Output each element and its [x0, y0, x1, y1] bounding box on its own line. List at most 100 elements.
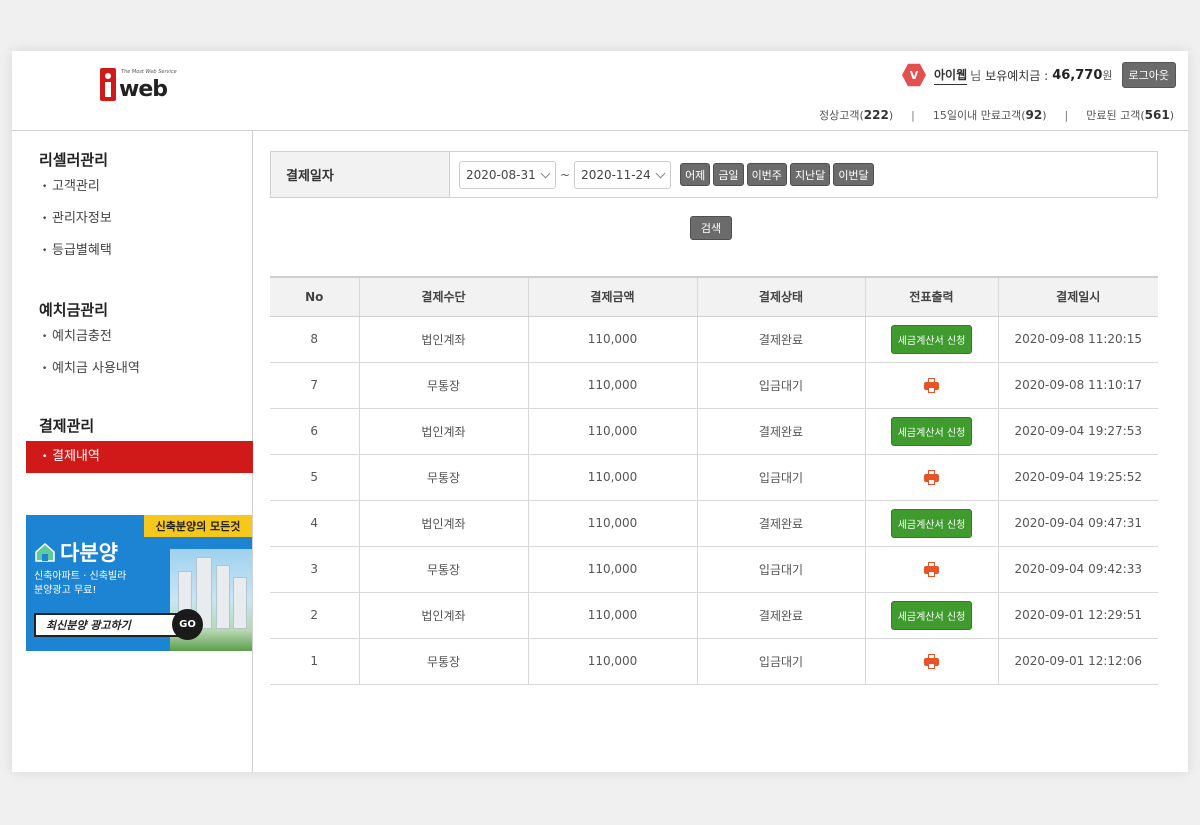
- cell-method: 법인계좌: [359, 500, 529, 547]
- sidebar-item-label: 예치금 사용내역: [52, 361, 140, 376]
- deposit-value: 46,770: [1052, 67, 1103, 83]
- vip-badge-icon: V: [901, 63, 926, 87]
- stat-expired[interactable]: 만료된 고객(561): [1086, 107, 1174, 123]
- banner-cta[interactable]: 최신분양 광고하기: [34, 613, 194, 637]
- cell-datetime: 2020-09-01 12:29:51: [998, 592, 1158, 639]
- cell-status: 입금대기: [697, 638, 866, 685]
- printer-icon[interactable]: [924, 561, 939, 577]
- cell-status: 결제완료: [697, 592, 866, 639]
- table-row: 6 법인계좌 110,000 결제완료 세금계산서 신청 2020-09-04 19:27…: [270, 408, 1158, 455]
- printer-icon[interactable]: [924, 469, 939, 485]
- search-button[interactable]: 검색: [690, 216, 732, 240]
- stat-expiring[interactable]: 15일이내 만료고객(92): [933, 107, 1047, 123]
- logo-text: web: [119, 77, 168, 102]
- chevron-down-icon: [540, 168, 551, 178]
- table-row: 7 무통장 110,000 입금대기 2020-09-08 11:10:17: [270, 362, 1158, 409]
- date-from-select[interactable]: 2020-08-31: [459, 160, 556, 189]
- banner-subtitle: 신축아파트 · 신축빌라 분양광고 무료!: [34, 570, 154, 598]
- user-suffix: 님: [970, 68, 982, 83]
- cell-no: 5: [270, 454, 360, 501]
- customer-stats: 정상고객(222) | 15일이내 만료고객(92) | 만료된 고객(561): [819, 107, 1174, 123]
- cell-status: 결제완료: [697, 500, 866, 547]
- sidebar-item-customers[interactable]: 고객관리: [12, 171, 253, 203]
- stat-expiring-label: 15일이내 만료고객: [932, 109, 1022, 122]
- deposit-unit: 원: [1102, 69, 1113, 82]
- banner-subtitle-line2: 분양광고 무료!: [34, 585, 97, 596]
- sidebar-item-label: 고객관리: [52, 179, 100, 194]
- cell-method: 무통장: [359, 638, 529, 685]
- cell-status: 입금대기: [697, 454, 866, 501]
- table-row: 3 무통장 110,000 입금대기 2020-09-04 09:42:33: [270, 546, 1158, 593]
- stats-separator: |: [1064, 108, 1069, 122]
- cell-status: 입금대기: [697, 546, 866, 593]
- cell-amount: 110,000: [528, 592, 698, 639]
- quick-date-buttons: 어제 금일 이번주 지난달 이번달: [680, 163, 877, 186]
- cell-datetime: 2020-09-08 11:10:17: [998, 362, 1158, 409]
- menu-title-payment: 결제관리: [39, 417, 95, 435]
- menu-title-reseller: 리셀러관리: [39, 151, 109, 169]
- tax-invoice-button[interactable]: 세금계산서 신청: [890, 416, 973, 446]
- printer-icon[interactable]: [924, 377, 939, 393]
- quick-today-button[interactable]: 금일: [713, 163, 744, 186]
- date-range-tilde: ~: [560, 167, 571, 182]
- cell-datetime: 2020-09-04 19:25:52: [998, 454, 1158, 501]
- app-frame: web The Most Web Service V 아이웹 님 보유예치금 :…: [12, 51, 1188, 772]
- date-to-select[interactable]: 2020-11-24: [574, 160, 672, 189]
- cell-status: 결제완료: [697, 316, 866, 363]
- cell-method: 법인계좌: [359, 408, 529, 455]
- table-row: 5 무통장 110,000 입금대기 2020-09-04 19:25:52: [270, 454, 1158, 501]
- cell-receipt: [865, 546, 999, 593]
- menu-group-reseller: 리셀러관리 고객관리 관리자정보 등급별혜택: [12, 149, 253, 267]
- stat-normal-label: 정상고객: [819, 109, 860, 122]
- tax-invoice-button[interactable]: 세금계산서 신청: [890, 324, 973, 354]
- sidebar-item-deposit-history[interactable]: 예치금 사용내역: [12, 353, 253, 385]
- printer-icon[interactable]: [924, 653, 939, 669]
- sidebar-item-label: 결제내역: [52, 449, 100, 464]
- logout-button[interactable]: 로그아웃: [1121, 62, 1176, 88]
- column-header-amount: 결제금액: [528, 276, 698, 317]
- chevron-down-icon: [655, 168, 666, 178]
- quick-this-month-button[interactable]: 이번달: [833, 163, 874, 186]
- banner-top-label: 신축분양의 모든것: [144, 515, 252, 537]
- cell-datetime: 2020-09-04 09:42:33: [998, 546, 1158, 593]
- cell-amount: 110,000: [528, 500, 698, 547]
- quick-last-month-button[interactable]: 지난달: [789, 163, 831, 186]
- column-header-status: 결제상태: [697, 276, 866, 317]
- banner-brand-text: 다분양: [60, 541, 118, 565]
- search-controls: 2020-08-31 ~ 2020-11-24 어제 금일 이번주 지난달 이번…: [450, 152, 1157, 197]
- cell-receipt: [865, 362, 999, 409]
- logo-tagline: The Most Web Service: [121, 69, 177, 75]
- stat-normal-count: 222: [863, 108, 889, 122]
- banner-go-button[interactable]: GO: [172, 609, 203, 640]
- tax-invoice-button[interactable]: 세금계산서 신청: [890, 600, 973, 630]
- user-info: V 아이웹 님 보유예치금 : 46,770 원 로그아웃: [901, 62, 1176, 88]
- sidebar-item-admin-info[interactable]: 관리자정보: [12, 203, 253, 235]
- logo[interactable]: web The Most Web Service: [100, 67, 177, 102]
- quick-this-week-button[interactable]: 이번주: [746, 163, 787, 186]
- deposit-label: 보유예치금 :: [985, 68, 1049, 83]
- payment-table: No 결제수단 결제금액 결제상태 전표출력 결제일시 8 법인계좌 110,000…: [270, 276, 1158, 685]
- stat-normal[interactable]: 정상고객(222): [819, 107, 893, 123]
- sidebar-item-label: 등급별혜택: [52, 243, 112, 258]
- quick-yesterday-button[interactable]: 어제: [680, 163, 711, 186]
- banner-brand: 다분양: [34, 537, 118, 567]
- column-header-datetime: 결제일시: [998, 276, 1158, 317]
- user-name[interactable]: 아이웹: [933, 66, 968, 85]
- sidebar-item-grade-benefits[interactable]: 등급별혜택: [12, 235, 253, 267]
- sidebar-item-payment-history[interactable]: 결제내역: [26, 441, 253, 473]
- cell-receipt: 세금계산서 신청: [865, 316, 999, 363]
- sidebar-item-deposit-charge[interactable]: 예치금충전: [12, 321, 253, 353]
- cell-receipt: [865, 638, 999, 685]
- sidebar: 리셀러관리 고객관리 관리자정보 등급별혜택 예치금관리 예치금충전 예치금 사…: [12, 131, 253, 772]
- sidebar-item-label: 관리자정보: [52, 211, 112, 226]
- cell-no: 3: [270, 546, 360, 593]
- tax-invoice-button[interactable]: 세금계산서 신청: [890, 508, 973, 538]
- cell-receipt: [865, 454, 999, 501]
- cell-status: 입금대기: [697, 362, 866, 409]
- cell-amount: 110,000: [528, 362, 698, 409]
- cell-no: 7: [270, 362, 360, 409]
- column-header-receipt: 전표출력: [865, 276, 999, 317]
- table-row: 1 무통장 110,000 입금대기 2020-09-01 12:12:06: [270, 638, 1158, 685]
- cell-amount: 110,000: [528, 316, 698, 363]
- ad-banner[interactable]: 신축분양의 모든것 다분양 신축아파트 · 신축빌라 분양광고 무료! 최신분양…: [26, 515, 252, 651]
